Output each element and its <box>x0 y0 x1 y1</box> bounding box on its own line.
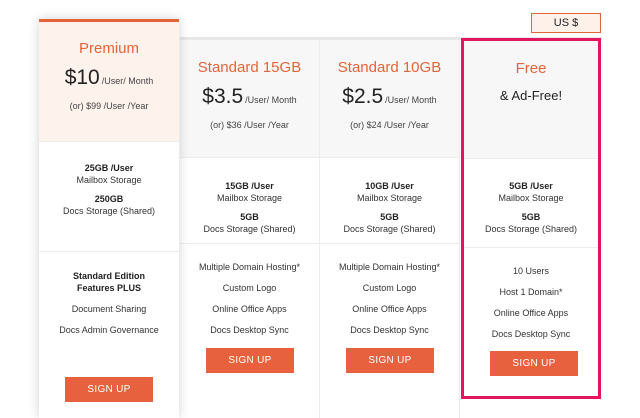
plan-header: Standard 15GB $3.5/User/ Month (or) $36 … <box>180 40 319 157</box>
plan-header: Premium $10/User/ Month (or) $99 /User /… <box>39 22 179 141</box>
features-list: Multiple Domain Hosting* Custom Logo Onl… <box>320 244 459 336</box>
feature-item: Online Office Apps <box>493 308 569 318</box>
mailbox-size: 10GB /User <box>365 181 414 191</box>
plan-subtitle: & Ad-Free! <box>499 88 563 103</box>
currency-selector[interactable]: US $ <box>531 13 601 33</box>
price-period: /User/ Month <box>245 95 297 105</box>
storage-section: 5GB /User Mailbox Storage 5GB Docs Stora… <box>464 158 598 248</box>
features-list: Multiple Domain Hosting* Custom Logo Onl… <box>180 244 319 336</box>
mailbox-label: Mailbox Storage <box>498 193 564 203</box>
feature-item: Host 1 Domain* <box>499 287 563 297</box>
feature-item: Multiple Domain Hosting* <box>338 262 441 272</box>
signup-button-standard-10gb[interactable]: SIGN UP <box>346 348 434 373</box>
price-period: /User/ Month <box>101 76 154 86</box>
plan-price: $2.5/User/ Month <box>320 85 459 109</box>
signup-button-standard-15gb[interactable]: SIGN UP <box>206 348 294 373</box>
mailbox-size: 25GB /User <box>84 163 134 173</box>
signup-button-premium[interactable]: SIGN UP <box>65 377 153 402</box>
feature-item: Docs Desktop Sync <box>350 325 429 335</box>
features-heading: Standard Edition Features PLUS <box>73 271 145 293</box>
feature-item: Multiple Domain Hosting* <box>198 262 301 272</box>
feature-item: Docs Desktop Sync <box>210 325 289 335</box>
features-list: 10 Users Host 1 Domain* Online Office Ap… <box>464 248 598 340</box>
feature-item: Custom Logo <box>222 283 277 293</box>
features-list: Standard Edition Features PLUS Document … <box>39 252 179 336</box>
price-amount: $10 <box>64 66 100 89</box>
docs-label: Docs Storage (Shared) <box>343 224 436 234</box>
docs-size: 5GB <box>521 212 541 222</box>
yearly-price: (or) $24 /User /Year <box>350 120 429 130</box>
plan-card-free: Free & Ad-Free! 5GB /User Mailbox Storag… <box>461 38 601 399</box>
signup-button-free[interactable]: SIGN UP <box>490 351 578 376</box>
docs-size: 250GB <box>94 194 124 204</box>
mailbox-label: Mailbox Storage <box>356 193 423 203</box>
feature-item: Online Office Apps <box>212 304 287 314</box>
feature-item: Docs Admin Governance <box>59 325 159 335</box>
plan-name: Premium <box>78 40 139 57</box>
docs-size: 5GB <box>380 212 399 222</box>
plan-header: Free & Ad-Free! <box>464 41 598 158</box>
plan-name: Standard 10GB <box>337 59 442 76</box>
mailbox-label: Mailbox Storage <box>76 175 142 185</box>
price-amount: $2.5 <box>342 85 384 108</box>
storage-section: 10GB /User Mailbox Storage 5GB Docs Stor… <box>320 157 459 244</box>
plan-card-premium: Premium $10/User/ Month (or) $99 /User /… <box>39 19 179 418</box>
mailbox-label: Mailbox Storage <box>216 193 283 203</box>
feature-item: Docs Desktop Sync <box>491 329 571 339</box>
docs-label: Docs Storage (Shared) <box>484 224 578 234</box>
price-amount: $3.5 <box>202 85 244 108</box>
plan-name: Standard 15GB <box>197 59 302 76</box>
yearly-price: (or) $36 /User /Year <box>210 120 289 130</box>
plan-card-standard-10gb: Standard 10GB $2.5/User/ Month (or) $24 … <box>320 40 460 418</box>
feature-item: Online Office Apps <box>352 304 427 314</box>
feature-item: 10 Users <box>512 266 549 276</box>
plan-name: Free <box>515 60 547 77</box>
feature-item: Custom Logo <box>362 283 417 293</box>
storage-section: 15GB /User Mailbox Storage 5GB Docs Stor… <box>180 157 319 244</box>
plan-header: Standard 10GB $2.5/User/ Month (or) $24 … <box>320 40 459 157</box>
mailbox-size: 5GB /User <box>509 181 553 191</box>
plan-price: $10/User/ Month <box>39 66 179 90</box>
mailbox-size: 15GB /User <box>225 181 274 191</box>
yearly-price: (or) $99 /User /Year <box>69 101 149 111</box>
plan-card-standard-15gb: Standard 15GB $3.5/User/ Month (or) $36 … <box>180 40 320 418</box>
feature-item: Document Sharing <box>71 304 147 314</box>
docs-label: Docs Storage (Shared) <box>62 206 156 216</box>
plan-price: $3.5/User/ Month <box>180 85 319 109</box>
price-period: /User/ Month <box>385 95 437 105</box>
storage-section: 25GB /User Mailbox Storage 250GB Docs St… <box>39 141 179 252</box>
docs-label: Docs Storage (Shared) <box>203 224 296 234</box>
docs-size: 5GB <box>240 212 259 222</box>
